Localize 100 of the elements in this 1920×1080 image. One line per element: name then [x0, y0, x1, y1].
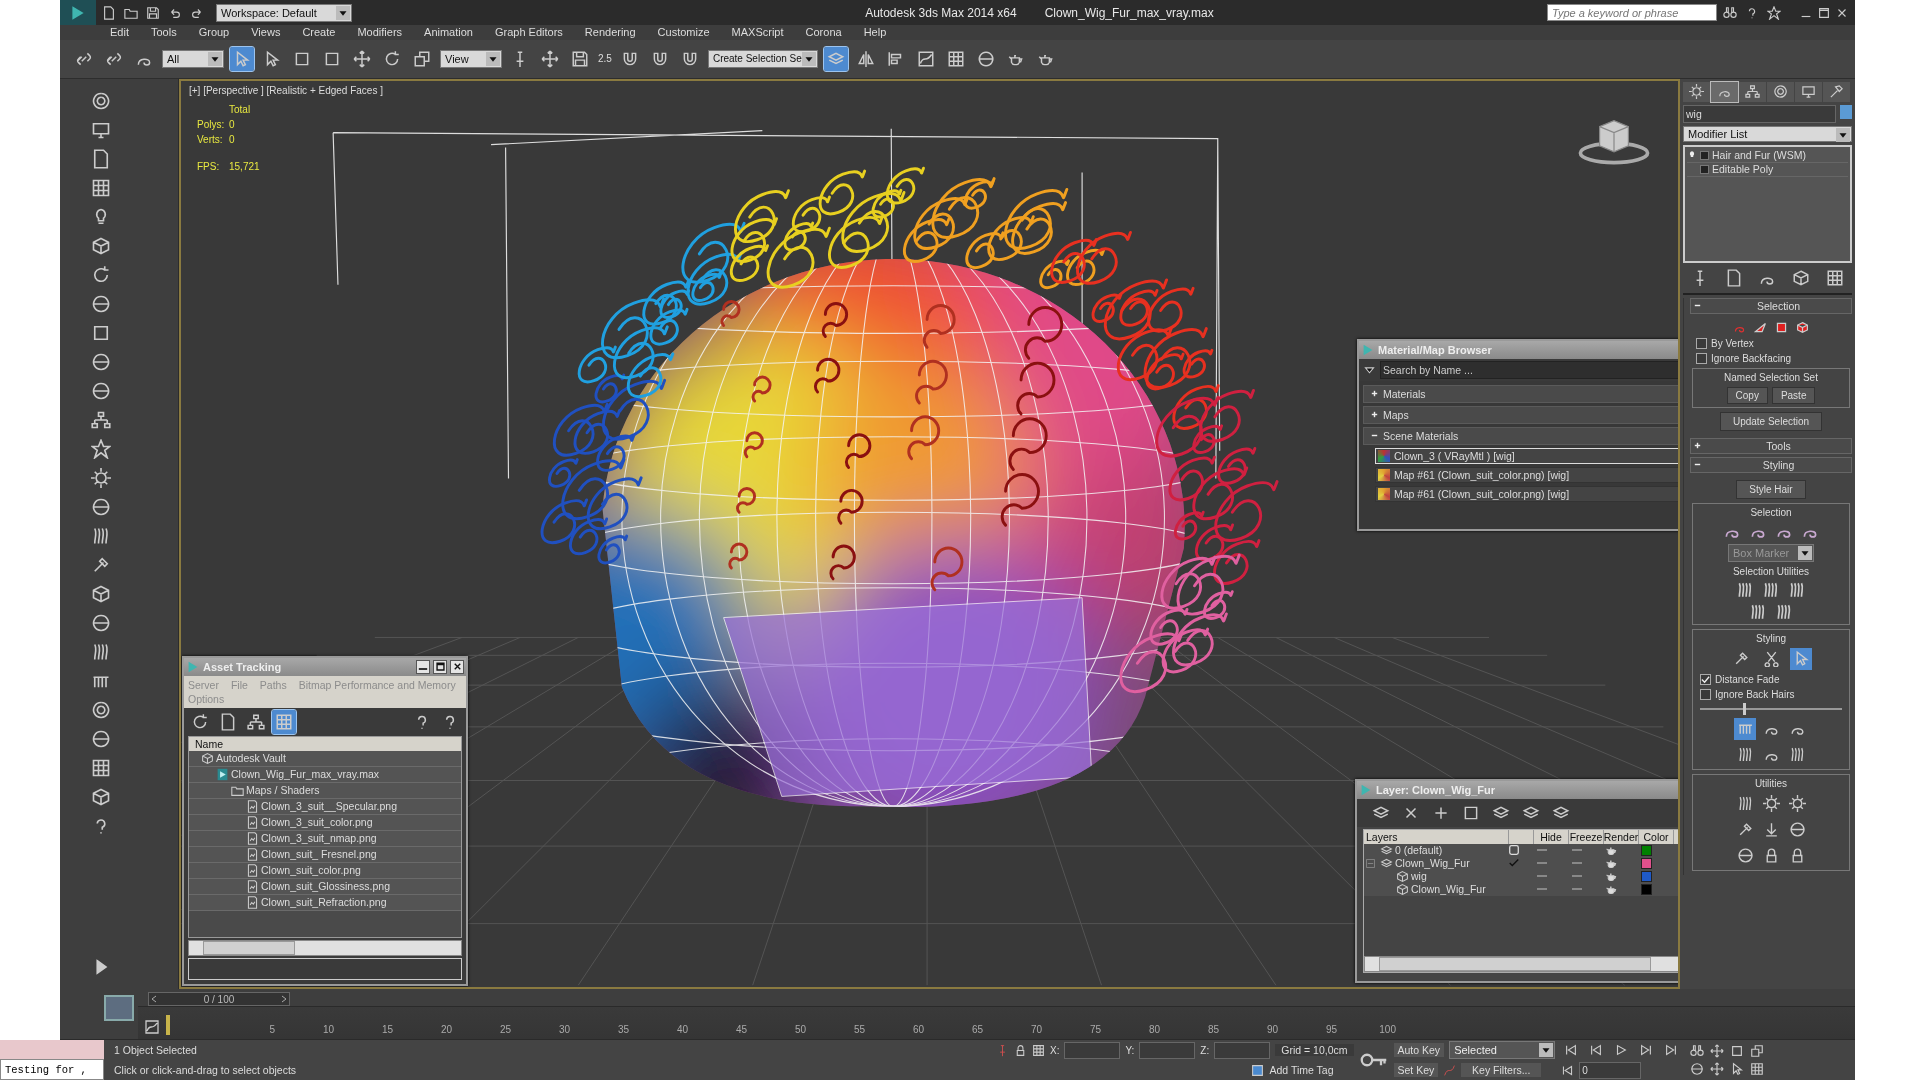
frame-number: 15 — [380, 1024, 393, 1035]
modifier-item[interactable]: Editable Poly — [1712, 163, 1774, 176]
group-title: Named Selection Set — [1723, 371, 1819, 383]
checkbox-label: Ignore Backfacing — [1711, 352, 1792, 364]
stat-label: Polys: — [197, 118, 226, 130]
group-header[interactable]: Scene Materials — [1363, 426, 1678, 445]
frame-number: 100 — [1378, 1024, 1396, 1035]
material-item[interactable]: Map #61 (Clown_suit_color.png) [wig] — [1375, 485, 1678, 502]
tree-item[interactable]: Autodesk Vault — [216, 752, 286, 765]
frame-number: 95 — [1324, 1024, 1337, 1035]
time-slider[interactable]: 0 / 100 — [148, 992, 290, 1007]
window-title: Asset Tracking — [203, 660, 283, 673]
object-name-field[interactable]: wig — [1683, 104, 1836, 123]
panel-button[interactable]: Paste — [1771, 386, 1816, 404]
stats-heading: Total — [228, 103, 251, 115]
group-title: Styling — [1755, 632, 1787, 644]
column-header[interactable]: Hide — [1534, 829, 1569, 844]
menu-item[interactable]: Corona — [805, 26, 842, 39]
stat-value: 0 — [229, 133, 235, 145]
frame-number: 50 — [793, 1024, 806, 1035]
viewport-label[interactable]: [+] [Perspective ] [Realistic + Edged Faces ] — [189, 84, 383, 96]
frame-number: 85 — [1206, 1024, 1219, 1035]
coordinate-label: Y: — [1125, 1044, 1135, 1056]
frame-number: 35 — [616, 1024, 629, 1035]
coordinate-label: Z: — [1200, 1044, 1210, 1056]
selection-status: 1 Object Selected — [113, 1043, 198, 1058]
column-header[interactable]: Layers — [1364, 829, 1509, 844]
app-title: Autodesk 3ds Max 2014 x64 — [865, 5, 1017, 20]
menu-item[interactable]: Views — [251, 26, 281, 39]
reference-coordinate-dropdown[interactable]: View — [440, 49, 502, 68]
frame-number: 45 — [734, 1024, 747, 1035]
menu-item[interactable]: Create — [302, 26, 336, 39]
frame-number: 30 — [557, 1024, 570, 1035]
checkbox-label: Distance Fade — [1715, 673, 1780, 685]
frame-number: 55 — [852, 1024, 865, 1035]
rollout-header[interactable]: Styling — [1690, 456, 1852, 473]
menu-item[interactable]: Rendering — [584, 26, 636, 39]
search-field[interactable]: Search by Name ... — [1380, 360, 1678, 379]
set-key-button[interactable]: Set Key — [1393, 1063, 1439, 1077]
update-selection-button[interactable]: Update Selection — [1719, 411, 1823, 431]
checkbox-label: Ignore Back Hairs — [1715, 688, 1795, 700]
column-header[interactable]: Color — [1639, 829, 1674, 844]
menu-item[interactable]: Graph Editors — [494, 26, 563, 39]
frame-number: 20 — [439, 1024, 452, 1035]
fps-label: FPS: — [197, 160, 221, 172]
menu-item[interactable]: Group — [198, 26, 230, 39]
material-item[interactable]: Map #61 (Clown_suit_color.png) [wig] — [1375, 466, 1678, 483]
frame-number: 60 — [911, 1024, 924, 1035]
panel-button[interactable]: Copy — [1726, 386, 1768, 404]
frame-field[interactable]: 0 — [1579, 1061, 1642, 1079]
window-title: Material/Map Browser — [1378, 343, 1493, 356]
group-label: Selection Utilities — [1731, 565, 1811, 577]
coordinate-label: X: — [1050, 1044, 1060, 1056]
frame-number: 5 — [268, 1024, 275, 1035]
key-mode-dropdown[interactable]: Selected — [1449, 1041, 1556, 1059]
group-header[interactable]: Maps — [1363, 405, 1678, 424]
menu-item[interactable]: Edit — [110, 26, 129, 39]
selection-filter-dropdown[interactable]: All — [162, 49, 224, 68]
auto-key-button[interactable]: Auto Key — [1393, 1043, 1445, 1057]
rollout-header[interactable]: Tools — [1690, 437, 1852, 454]
workspace-dropdown[interactable]: Workspace: Default — [216, 3, 352, 22]
key-filters-button[interactable]: Key Filters... — [1461, 1063, 1542, 1077]
group-title: Utilities — [1753, 777, 1789, 789]
file-name: Clown_Wig_Fur_max_vray.max — [1044, 5, 1214, 20]
menu-item[interactable]: MAXScript — [731, 26, 784, 39]
stat-label: Verts: — [197, 133, 224, 145]
timeline-track[interactable]: 5 10 15 20 25 30 35 40 45 50 55 60 65 70 75 80 85 90 95 100 — [138, 1006, 1855, 1039]
layer-name[interactable]: 0 (default) — [1395, 844, 1443, 857]
fps-value: 15,721 — [229, 160, 260, 172]
style-hair-button[interactable]: Style Hair — [1736, 479, 1806, 499]
column-header[interactable]: Name — [189, 736, 461, 751]
add-time-tag[interactable]: Add Time Tag — [1269, 1064, 1334, 1076]
group-title: Selection — [1749, 506, 1793, 518]
material-item[interactable]: Clown_3 ( VRayMtl ) [wig] — [1375, 447, 1678, 464]
search-field[interactable]: Type a keyword or phrase — [1547, 4, 1717, 21]
mini-listener-field[interactable]: Testing for , — [0, 1059, 104, 1080]
menu-item[interactable]: Tools — [150, 26, 177, 39]
named-selection-dropdown[interactable]: Create Selection Se — [707, 49, 818, 68]
frame-number: 70 — [1029, 1024, 1042, 1035]
stat-value: 0 — [229, 118, 235, 130]
rollout-header[interactable]: Selection — [1690, 297, 1852, 314]
frame-number: 10 — [321, 1024, 334, 1035]
frame-number: 90 — [1265, 1024, 1278, 1035]
menu-item[interactable]: Modifiers — [357, 26, 403, 39]
layer-name[interactable]: wig — [1411, 870, 1427, 883]
menu-item[interactable]: Animation — [424, 26, 473, 39]
frame-number: 75 — [1088, 1024, 1101, 1035]
column-header[interactable]: Render — [1604, 829, 1639, 844]
group-header[interactable]: Materials — [1363, 384, 1678, 403]
frame-number: 80 — [1147, 1024, 1160, 1035]
menu-item[interactable]: Help — [863, 26, 887, 39]
modifier-item[interactable]: Hair and Fur (WSM) — [1712, 149, 1806, 162]
column-header[interactable]: Freeze — [1569, 829, 1604, 844]
checkbox-label: By Vertex — [1711, 337, 1754, 349]
prompt-text: Click or click-and-drag to select objects — [113, 1063, 298, 1078]
menu-item[interactable]: Customize — [657, 26, 710, 39]
modifier-list-dropdown[interactable]: Modifier List — [1683, 125, 1852, 142]
snap-value: 2.5 — [598, 53, 612, 65]
grid-size: Grid = 10,0cm — [1275, 1044, 1354, 1056]
frame-number: 40 — [675, 1024, 688, 1035]
